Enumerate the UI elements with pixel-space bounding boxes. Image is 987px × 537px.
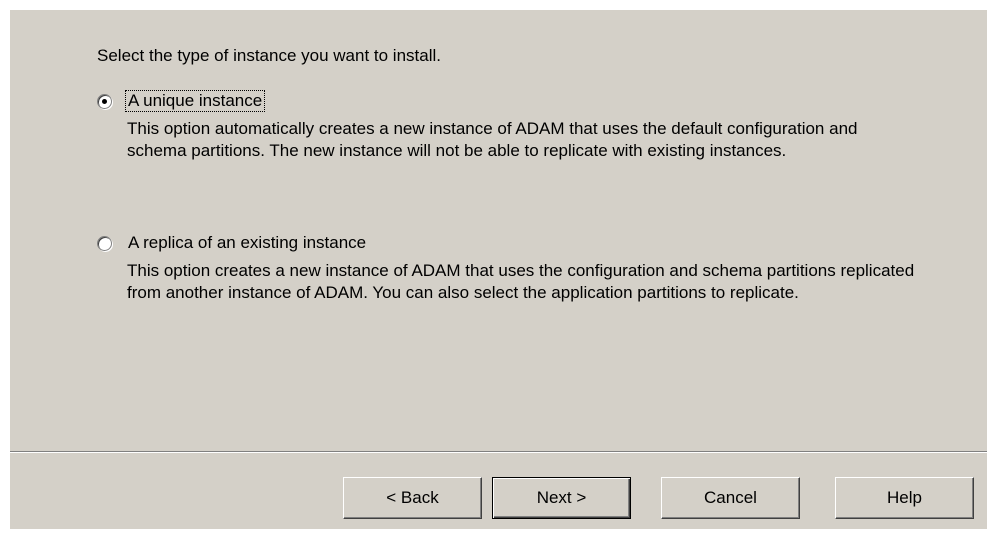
replica-instance-description: This option creates a new instance of AD… [127, 261, 915, 302]
replica-instance-radio[interactable] [97, 235, 112, 251]
unique-instance-description: This option automatically creates a new … [127, 119, 858, 160]
back-button[interactable]: < Back [343, 477, 482, 519]
cancel-button-label: Cancel [704, 488, 757, 507]
setup-wizard-dialog: Select the type of instance you want to … [10, 10, 987, 529]
next-button[interactable]: Next > [492, 477, 631, 519]
radio-selected-dot [102, 98, 107, 104]
instance-type-prompt: Select the type of instance you want to … [97, 46, 441, 65]
option-unique-instance-row[interactable]: A unique instance [97, 90, 917, 112]
option-replica-instance[interactable]: A replica of an existing instance This o… [97, 232, 917, 304]
option-replica-instance-row[interactable]: A replica of an existing instance [97, 232, 917, 254]
help-button-label: Help [887, 488, 922, 507]
option-unique-instance[interactable]: A unique instance This option automatica… [97, 90, 917, 162]
next-button-label: Next > [536, 488, 587, 507]
button-area-separator [10, 451, 987, 453]
replica-instance-label[interactable]: A replica of an existing instance [126, 233, 368, 253]
unique-instance-radio[interactable] [97, 93, 112, 109]
unique-instance-label[interactable]: A unique instance [124, 90, 266, 112]
cancel-button[interactable]: Cancel [661, 477, 800, 519]
back-button-label: < Back [386, 488, 439, 507]
help-button[interactable]: Help [835, 477, 974, 519]
